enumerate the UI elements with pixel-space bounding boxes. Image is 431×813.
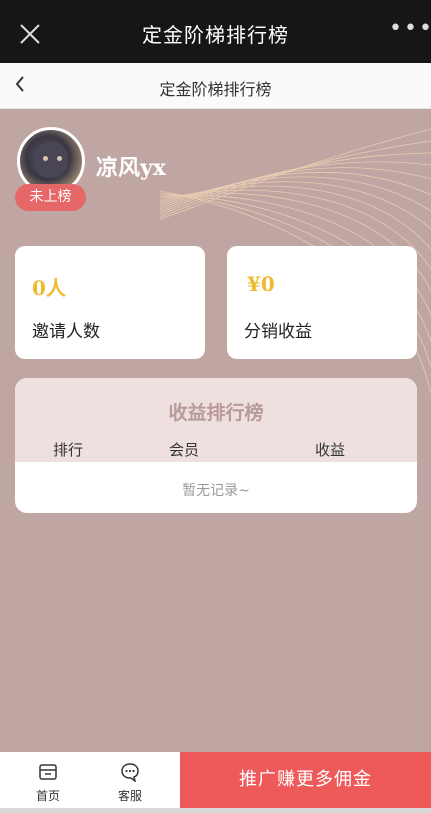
invite-count-value: 0人 <box>32 276 66 300</box>
income-ranking-panel: 收益排行榜 排行 会员 收益 暂无记录~ <box>15 378 417 513</box>
home-indicator-bar <box>0 808 431 813</box>
page-nav-bar: 定金阶梯排行榜 <box>0 63 431 109</box>
window-title-bar: 定金阶梯排行榜 ••• <box>0 0 431 63</box>
invite-count-card: 0人 邀请人数 <box>15 246 205 359</box>
avatar-face <box>34 142 68 178</box>
page-title: 定金阶梯排行榜 <box>159 80 272 99</box>
nav-item-home-label: 首页 <box>35 789 60 803</box>
empty-records-text: 暂无记录~ <box>182 483 250 499</box>
ranking-title: 收益排行榜 <box>168 402 264 424</box>
column-income: 收益 <box>315 441 346 459</box>
home-icon <box>39 764 57 780</box>
column-rank: 排行 <box>53 441 84 459</box>
nav-item-home[interactable]: 首页 <box>18 752 78 808</box>
more-icon[interactable]: ••• <box>389 18 431 44</box>
ranking-header: 收益排行榜 排行 会员 收益 <box>15 378 417 462</box>
invite-count-label: 邀请人数 <box>32 322 100 342</box>
nav-item-customer-service-label: 客服 <box>117 789 142 803</box>
column-member: 会员 <box>169 441 200 459</box>
nav-item-customer-service[interactable]: 客服 <box>100 752 160 808</box>
rank-status-badge: 未上榜 <box>15 184 86 211</box>
distribution-income-card: ¥0 分销收益 <box>227 246 417 359</box>
username: 凉风yx <box>96 155 166 181</box>
window-title: 定金阶梯排行榜 <box>142 23 289 47</box>
distribution-income-value: ¥0 <box>247 272 275 296</box>
avatar-eye <box>43 156 48 161</box>
avatar-eye <box>57 156 62 161</box>
promote-earn-commission-button[interactable]: 推广赚更多佣金 <box>180 752 431 808</box>
chat-icon <box>121 763 139 782</box>
distribution-income-label: 分销收益 <box>244 322 312 342</box>
